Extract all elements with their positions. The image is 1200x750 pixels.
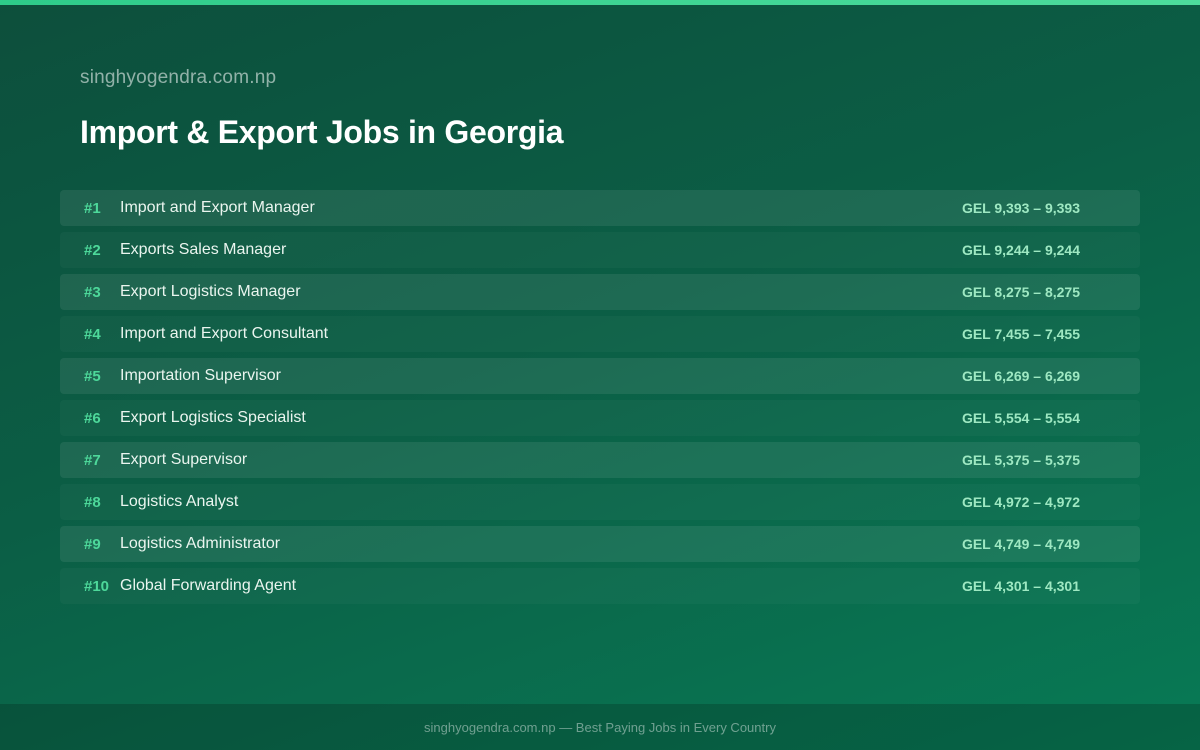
job-rank: #8 [84, 493, 101, 511]
job-row-9[interactable]: #9 Logistics Administrator GEL 4,749 – 4… [60, 526, 1140, 562]
page-title: Import & Export Jobs in Georgia [80, 114, 564, 150]
job-row-1[interactable]: #1 Import and Export Manager GEL 9,393 –… [60, 190, 1140, 226]
job-salary: GEL 9,393 – 9,393 [961, 200, 1080, 216]
job-salary: GEL 4,749 – 4,749 [961, 536, 1080, 552]
job-rank: #6 [84, 409, 101, 427]
job-title: Import and Export Consultant [120, 325, 329, 342]
job-title: Import and Export Manager [120, 199, 315, 216]
job-salary: GEL 5,375 – 5,375 [961, 452, 1080, 468]
job-rank: #4 [84, 325, 101, 343]
job-rank: #7 [84, 451, 101, 469]
job-row-2[interactable]: #2 Exports Sales Manager GEL 9,244 – 9,2… [60, 232, 1140, 268]
job-title: Importation Supervisor [120, 367, 281, 384]
job-rank: #2 [84, 241, 101, 259]
job-row-3[interactable]: #3 Export Logistics Manager GEL 8,275 – … [60, 274, 1140, 310]
job-salary: GEL 4,972 – 4,972 [961, 494, 1080, 510]
job-row-10[interactable]: #10 Global Forwarding Agent GEL 4,301 – … [60, 568, 1140, 604]
job-salary: GEL 5,554 – 5,554 [961, 410, 1080, 426]
job-salary: GEL 4,301 – 4,301 [961, 578, 1080, 594]
job-salary: GEL 7,455 – 7,455 [961, 326, 1080, 342]
job-title: Global Forwarding Agent [120, 577, 297, 594]
job-rank: #10 [84, 577, 110, 595]
job-title: Export Logistics Specialist [120, 409, 306, 426]
job-ranking-list: #1 Import and Export Manager GEL 9,393 –… [60, 190, 1140, 610]
job-salary: GEL 6,269 – 6,269 [961, 368, 1080, 384]
footer-bar: singhyogendra.com.np — Best Paying Jobs … [0, 704, 1200, 750]
job-row-5[interactable]: #5 Importation Supervisor GEL 6,269 – 6,… [60, 358, 1140, 394]
top-accent-strip [0, 0, 1200, 5]
job-salary: GEL 9,244 – 9,244 [961, 242, 1080, 258]
job-title: Exports Sales Manager [120, 241, 287, 258]
site-label: singhyogendra.com.np [80, 67, 277, 88]
job-rank: #5 [84, 367, 101, 385]
job-title: Logistics Administrator [120, 535, 281, 552]
job-row-8[interactable]: #8 Logistics Analyst GEL 4,972 – 4,972 [60, 484, 1140, 520]
job-row-7[interactable]: #7 Export Supervisor GEL 5,375 – 5,375 [60, 442, 1140, 478]
job-title: Logistics Analyst [120, 493, 239, 510]
job-rank: #1 [84, 199, 101, 217]
job-salary: GEL 8,275 – 8,275 [961, 284, 1080, 300]
job-title: Export Supervisor [120, 451, 248, 468]
job-rank: #9 [84, 535, 101, 553]
job-row-6[interactable]: #6 Export Logistics Specialist GEL 5,554… [60, 400, 1140, 436]
job-rank: #3 [84, 283, 101, 301]
job-row-4[interactable]: #4 Import and Export Consultant GEL 7,45… [60, 316, 1140, 352]
footer-text: singhyogendra.com.np — Best Paying Jobs … [424, 719, 776, 735]
job-title: Export Logistics Manager [120, 283, 301, 300]
